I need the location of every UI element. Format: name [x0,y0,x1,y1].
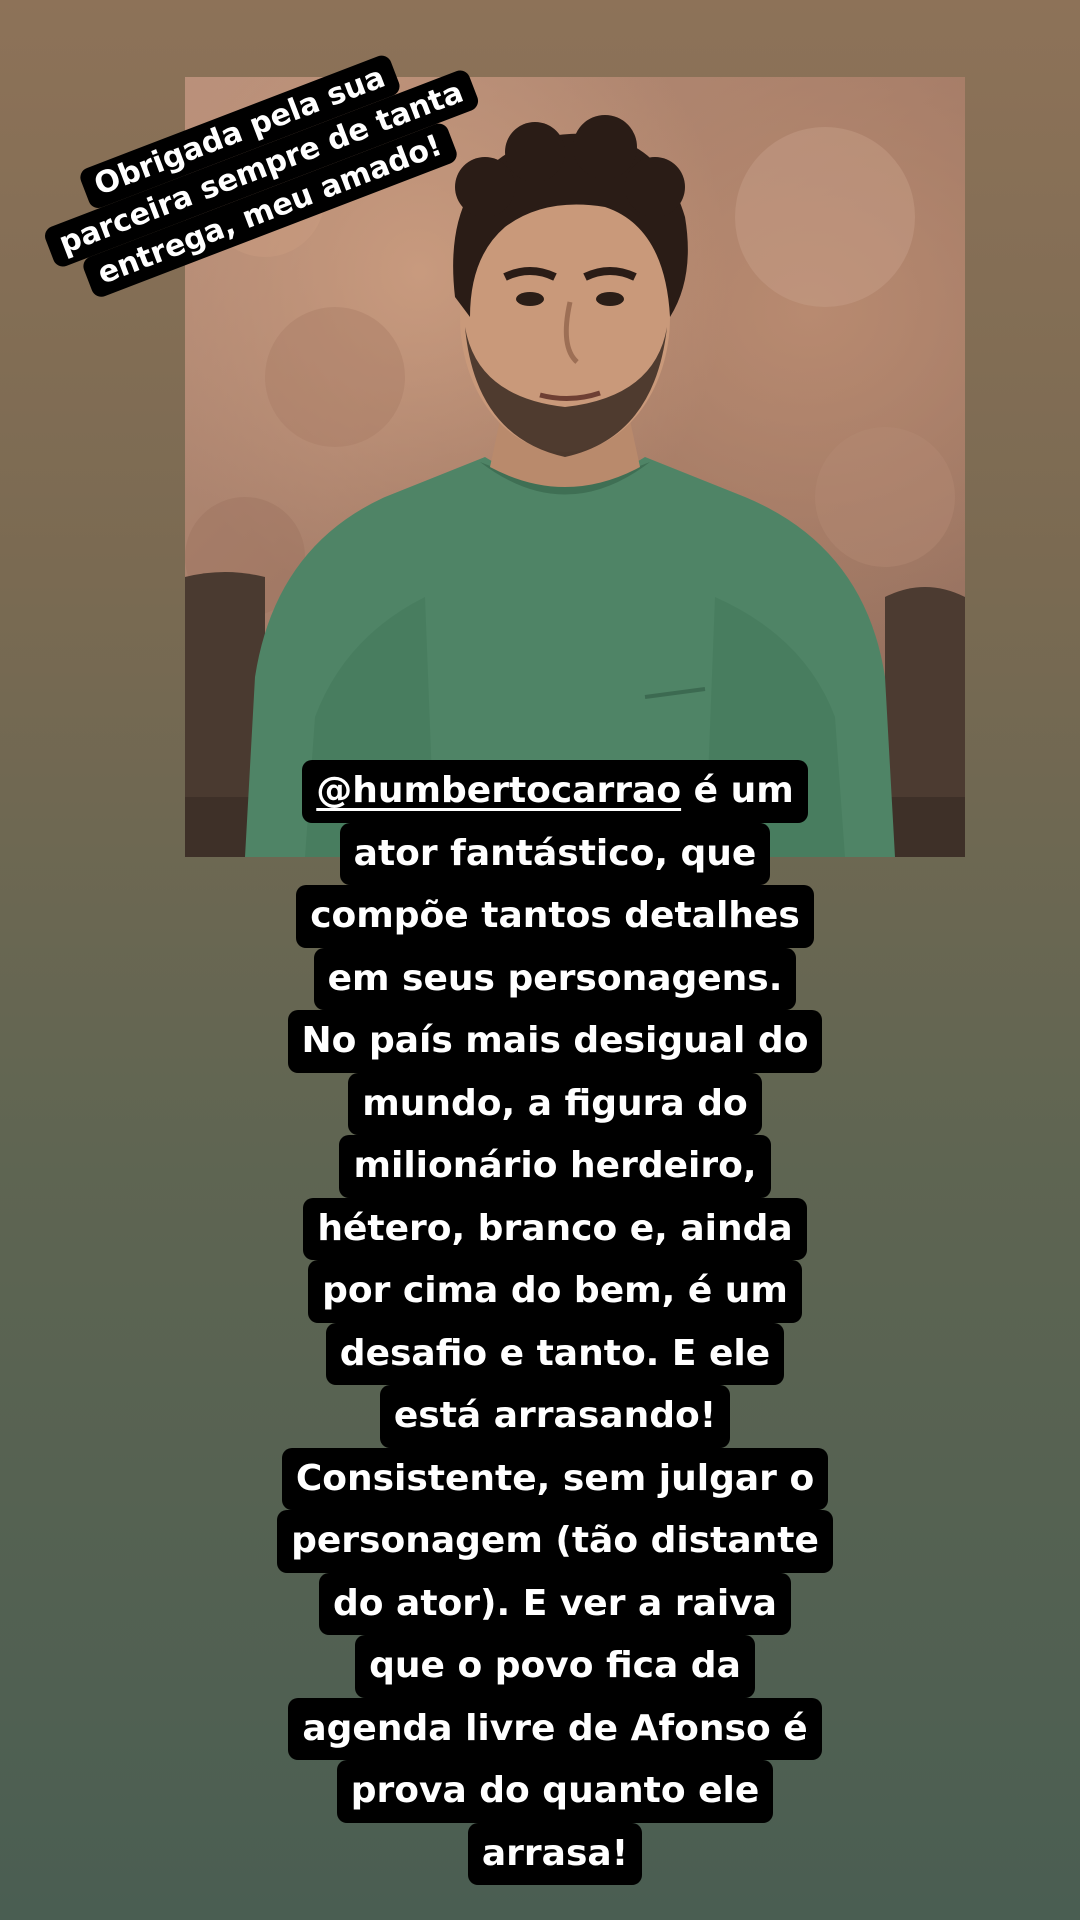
caption-line: em seus personagens. [313,947,797,1010]
caption-line: prova do quanto ele [336,1760,774,1823]
caption-line: está arrasando! [379,1385,731,1448]
caption-line: ator fantástico, que [339,822,771,885]
caption-line: personagem (tão distante [277,1510,833,1573]
caption-line: que o povo fica da [355,1635,755,1698]
caption-line: Consistente, sem julgar o [281,1447,829,1510]
user-mention-link[interactable]: @humbertocarrao [316,770,681,811]
caption-line: por cima do bem, é um [308,1260,802,1323]
caption-line: hétero, branco e, ainda [303,1197,807,1260]
caption-line: compõe tantos detalhes [296,885,814,948]
caption-line: do ator). E ver a raiva [319,1572,791,1635]
caption-line-text: é um [681,770,794,811]
caption-line: desafio e tanto. E ele [325,1322,785,1385]
caption-line: mundo, a figura do [348,1072,762,1135]
story-caption: @humbertocarrao é um ator fantástico, qu… [270,760,840,1885]
caption-line: agenda livre de Afonso é [288,1697,822,1760]
caption-line: No país mais desigual do [287,1010,823,1073]
caption-line: milionário herdeiro, [339,1135,771,1198]
caption-line: arrasa! [467,1822,643,1885]
caption-line: @humbertocarrao é um [302,760,808,823]
